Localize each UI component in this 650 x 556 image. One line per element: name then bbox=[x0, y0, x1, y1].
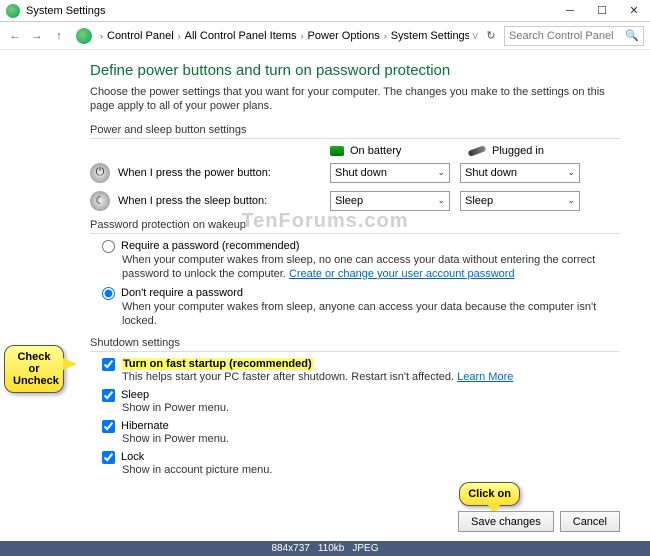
checkbox-fast-startup[interactable]: Turn on fast startup (recommended) bbox=[102, 358, 620, 371]
maximize-button[interactable]: ☐ bbox=[586, 0, 618, 22]
back-button[interactable]: ← bbox=[6, 27, 24, 45]
search-box[interactable]: 🔍 bbox=[504, 26, 644, 46]
title-bar: System Settings ─ ☐ ✕ bbox=[0, 0, 650, 22]
power-button-plugged-select[interactable]: Shut down⌄ bbox=[460, 163, 580, 183]
chevron-down-icon: ⌄ bbox=[437, 167, 445, 178]
callout-click-on: Click on bbox=[459, 482, 520, 506]
battery-icon bbox=[330, 146, 344, 156]
plug-icon bbox=[468, 145, 487, 157]
page-heading: Define power buttons and turn on passwor… bbox=[90, 62, 620, 79]
window-title: System Settings bbox=[26, 5, 554, 17]
chevron-down-icon: ⌄ bbox=[567, 167, 575, 178]
callout-check-uncheck: Check or Uncheck bbox=[4, 345, 64, 393]
forward-button[interactable]: → bbox=[28, 27, 46, 45]
section-power-sleep: Power and sleep button settings bbox=[90, 124, 620, 139]
link-create-password[interactable]: Create or change your user account passw… bbox=[289, 268, 515, 280]
sleep-icon: ☾ bbox=[90, 191, 110, 211]
section-password: Password protection on wakeup bbox=[90, 219, 620, 234]
section-shutdown: Shutdown settings bbox=[90, 337, 620, 352]
radio-dont-require-password[interactable]: Don't require a password bbox=[102, 287, 620, 300]
up-button[interactable]: ↑ bbox=[50, 27, 68, 45]
nav-bar: ← → ↑ ›Control Panel ›All Control Panel … bbox=[0, 22, 650, 50]
sleep-button-plugged-select[interactable]: Sleep⌄ bbox=[460, 191, 580, 211]
checkbox-sleep[interactable]: Sleep bbox=[102, 389, 620, 402]
power-button-battery-select[interactable]: Shut down⌄ bbox=[330, 163, 450, 183]
search-icon: 🔍 bbox=[625, 29, 639, 42]
page-description: Choose the power settings that you want … bbox=[90, 85, 620, 114]
search-input[interactable] bbox=[509, 30, 621, 42]
cancel-button[interactable]: Cancel bbox=[560, 511, 620, 532]
minimize-button[interactable]: ─ bbox=[554, 0, 586, 22]
radio-require-password[interactable]: Require a password (recommended) bbox=[102, 240, 620, 253]
checkbox-hibernate[interactable]: Hibernate bbox=[102, 420, 620, 433]
sleep-button-battery-select[interactable]: Sleep⌄ bbox=[330, 191, 450, 211]
checkbox-lock[interactable]: Lock bbox=[102, 451, 620, 464]
save-changes-button[interactable]: Save changes bbox=[458, 511, 554, 532]
app-icon bbox=[6, 4, 20, 18]
chevron-down-icon: ⌄ bbox=[567, 195, 575, 206]
image-footer: 884x737110kbJPEG bbox=[0, 541, 650, 556]
breadcrumb[interactable]: ›Control Panel ›All Control Panel Items … bbox=[100, 30, 469, 42]
power-icon: ⏻ bbox=[90, 163, 110, 183]
close-button[interactable]: ✕ bbox=[618, 0, 650, 22]
control-panel-icon bbox=[76, 28, 92, 44]
chevron-down-icon: ⌄ bbox=[437, 195, 445, 206]
refresh-button[interactable]: ↻ bbox=[482, 29, 500, 42]
link-learn-more[interactable]: Learn More bbox=[457, 371, 513, 383]
